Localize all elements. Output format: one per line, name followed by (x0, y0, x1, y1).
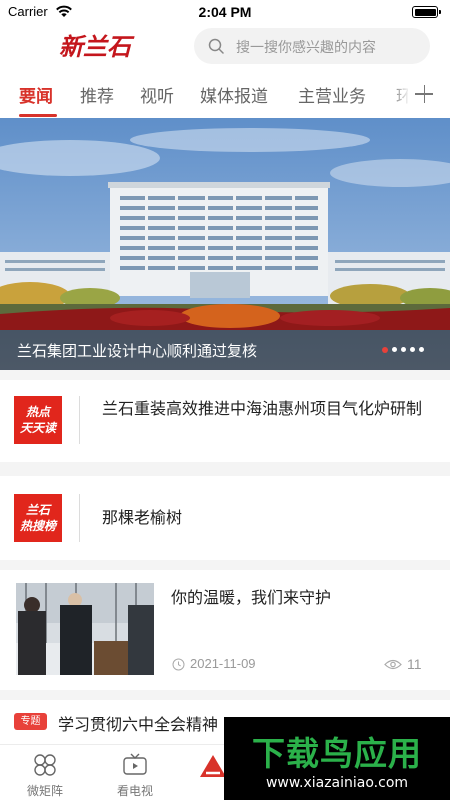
search-icon (208, 38, 224, 54)
carousel-dot[interactable] (382, 346, 388, 353)
watermark-url: www.xiazainiao.com (265, 775, 409, 791)
banner-caption[interactable]: 兰石集团工业设计中心顺利通过复核 (17, 340, 257, 361)
watermark-title: 下载鸟应用 (252, 734, 422, 773)
status-bar: Carrier 2:04 PM (0, 0, 450, 24)
logo-text: 新兰石 (59, 32, 135, 61)
divider (0, 560, 450, 570)
divider (0, 690, 450, 700)
clock-icon (172, 658, 185, 671)
active-tab-indicator (19, 114, 57, 117)
carousel-dot[interactable] (410, 347, 415, 352)
search-placeholder: 搜一搜你感兴趣的内容 (236, 40, 376, 56)
badge-line: 天天读 (19, 421, 56, 435)
list-item[interactable]: 热点 天天读 兰石重装高效推进中海油惠州项目气化炉研制 (0, 380, 450, 462)
separator (79, 494, 80, 542)
tab-fade (390, 74, 410, 118)
special-title: 学习贯彻六中全会精神 (58, 715, 219, 734)
carousel-dot[interactable] (401, 347, 406, 352)
divider (0, 462, 450, 476)
carousel-dot[interactable] (392, 347, 397, 352)
badge-line: 热点 (25, 405, 50, 419)
news-title: 你的温暖，我们来守护 (171, 588, 332, 607)
badge-line: 兰石 (25, 503, 50, 517)
nav-label: 微矩阵 (26, 784, 63, 798)
list-item[interactable]: 兰石 热搜榜 那棵老榆树 (0, 476, 450, 560)
status-time: 2:04 PM (198, 4, 252, 20)
nav-tv[interactable]: 看电视 (90, 745, 180, 800)
search-bar[interactable]: 搜一搜你感兴趣的内容 (194, 28, 430, 64)
photo-news-item[interactable]: 你的温暖，我们来守护 2021-11-09 11 (0, 570, 450, 690)
carousel-dot[interactable] (419, 347, 424, 352)
news-title: 那棵老榆树 (102, 508, 183, 527)
eye-icon (384, 659, 402, 670)
nav-label: 看电视 (116, 784, 153, 798)
divider (0, 370, 450, 380)
view-count: 11 (407, 656, 422, 672)
banner-carousel[interactable]: 兰石集团工业设计中心顺利通过复核 (0, 118, 450, 370)
battery-icon (412, 6, 441, 18)
tv-icon (123, 753, 147, 775)
news-thumbnail (16, 583, 154, 675)
nav-matrix[interactable]: 微矩阵 (0, 745, 90, 800)
separator (79, 396, 80, 444)
tab-media-reports[interactable]: 媒体报道 (200, 82, 268, 107)
tab-recommend[interactable]: 推荐 (80, 82, 114, 107)
channel-tabs: 要闻 推荐 视听 媒体报道 主营业务 环 (0, 74, 450, 118)
plus-icon[interactable] (408, 78, 440, 110)
tab-main-business[interactable]: 主营业务 (298, 82, 366, 107)
grid-icon (34, 754, 56, 776)
news-title: 兰石重装高效推进中海油惠州项目气化炉研制 (102, 399, 423, 418)
publish-date: 2021-11-09 (190, 656, 256, 671)
logo[interactable]: 新兰石 (55, 28, 135, 64)
badge-line: 热搜榜 (19, 519, 56, 533)
hot-search-badge: 兰石 热搜榜 (14, 494, 62, 542)
watermark: 下载鸟应用 www.xiazainiao.com (224, 717, 450, 800)
tab-headlines[interactable]: 要闻 (19, 82, 53, 107)
header: 新兰石 搜一搜你感兴趣的内容 (0, 24, 450, 70)
tab-audio-video[interactable]: 视听 (140, 82, 174, 107)
special-tag: 专题 (14, 713, 47, 730)
hot-daily-badge: 热点 天天读 (14, 396, 62, 444)
